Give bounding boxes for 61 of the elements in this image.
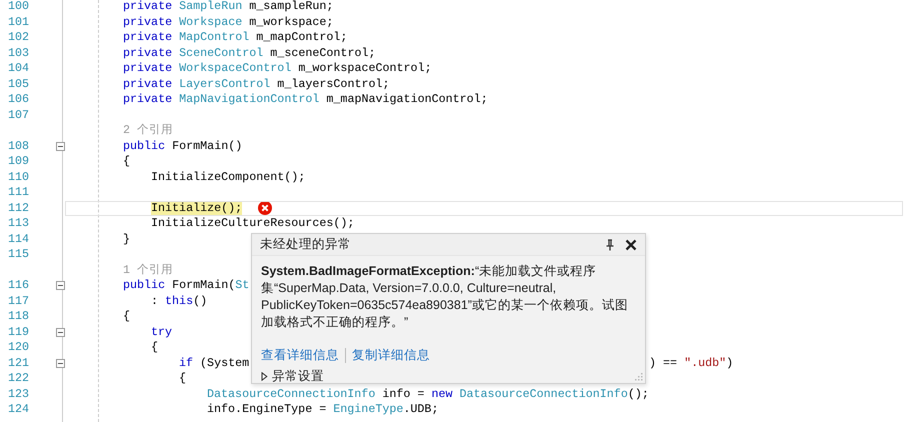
line-number: 117 <box>7 294 30 309</box>
code-line: InitializeCultureResources(); <box>151 216 354 232</box>
reference-count-link[interactable]: 2 个引用 <box>123 123 174 138</box>
line-number: 118 <box>7 309 30 324</box>
line-number: 114 <box>7 232 30 247</box>
line-number: 102 <box>7 30 30 46</box>
code-line: try <box>151 324 172 340</box>
reference-count-link[interactable]: 1 个引用 <box>123 262 174 278</box>
code-line: private MapNavigationControl m_mapNavigationControl; <box>123 92 488 108</box>
line-number: 115 <box>7 247 30 262</box>
code-line: public FormMain(St <box>123 278 250 294</box>
code-line: public FormMain() <box>123 138 242 154</box>
code-line: DatasourceConnectionInfo info = new DatasourceConnectionInfo(); <box>207 386 649 402</box>
code-line: { <box>123 309 130 324</box>
line-number: 112 <box>7 200 30 216</box>
code-line: private SampleRun m_sampleRun; <box>123 0 334 14</box>
code-line: { <box>123 154 130 170</box>
line-number: 119 <box>7 324 30 340</box>
code-line: if (System <box>179 356 250 371</box>
exception-settings-toggle[interactable]: 异常设置 <box>261 368 636 385</box>
line-number: 116 <box>7 278 30 294</box>
code-line: private SceneControl m_sceneControl; <box>123 46 376 61</box>
code-line: { <box>179 371 186 386</box>
code-line: ) == ".udb") <box>649 356 734 371</box>
code-line: private Workspace m_workspace; <box>123 14 334 30</box>
line-number: 100 <box>7 0 30 14</box>
pin-icon[interactable] <box>605 238 615 250</box>
line-number: 106 <box>7 92 30 108</box>
line-number: 111 <box>7 185 30 200</box>
line-number: 124 <box>7 402 30 418</box>
collapse-icon[interactable] <box>56 358 64 368</box>
code-line: private LayersControl m_layersControl; <box>123 76 390 92</box>
code-line: private WorkspaceControl m_workspaceControl; <box>123 61 432 76</box>
collapse-icon[interactable] <box>56 328 64 337</box>
details-link[interactable]: 复制详细信息 <box>352 347 430 364</box>
line-number: 122 <box>7 371 30 386</box>
line-number: 101 <box>7 14 30 30</box>
resize-grip-icon[interactable] <box>634 372 643 381</box>
line-number: 123 <box>7 386 30 402</box>
details-link[interactable]: 查看详细信息 <box>261 347 339 364</box>
code-line: : this() <box>151 294 208 309</box>
code-line: { <box>151 340 158 356</box>
code-line: private MapControl m_mapControl; <box>123 30 348 46</box>
line-number: 121 <box>7 356 30 371</box>
close-icon[interactable] <box>625 238 637 250</box>
code-line: InitializeComponent(); <box>151 170 306 185</box>
line-number: 113 <box>7 216 30 232</box>
collapse-icon[interactable] <box>56 142 64 151</box>
code-line: } <box>123 232 130 247</box>
collapse-icon[interactable] <box>56 281 64 290</box>
line-number: 110 <box>7 170 30 185</box>
line-number: 103 <box>7 46 30 61</box>
popup-title: 未经处理的异常 <box>260 236 352 253</box>
line-number: 108 <box>7 138 30 154</box>
line-number: 105 <box>7 76 30 92</box>
code-line: info.EngineType = EngineType.UDB; <box>207 402 438 418</box>
line-number: 107 <box>7 108 30 123</box>
exception-message: System.BadImageFormatException:“未能加载文件或程序集“SuperMap.Data, Version=7.0.0.0, Culture=neutral, PublicKeyToken=0635c574ea890381”或它的某一个依赖项。试图加载格式不正确的程序。” <box>261 263 629 331</box>
line-number: 120 <box>7 340 30 356</box>
line-number: 109 <box>7 154 30 170</box>
line-number: 104 <box>7 61 30 76</box>
